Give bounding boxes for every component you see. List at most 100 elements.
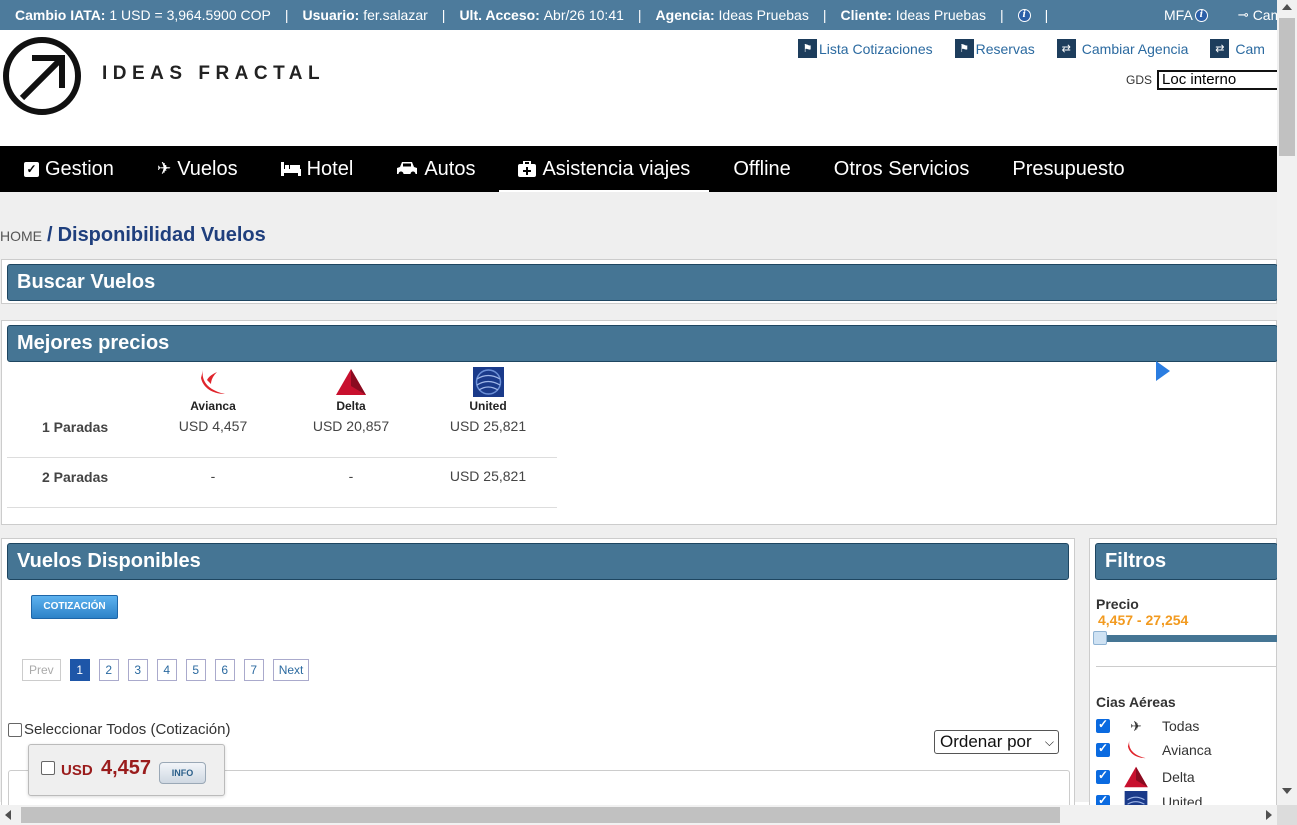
cambiar-agencia-link[interactable]: ⇄ Cambiar Agencia bbox=[1056, 39, 1189, 58]
mejores-precios-panel: Mejores precios Avianca Delta United 1 P… bbox=[1, 320, 1278, 525]
logo-text[interactable]: IDEAS FRACTAL bbox=[102, 63, 325, 85]
plane-icon: ✈ bbox=[1130, 717, 1142, 734]
pager-next[interactable]: Next bbox=[272, 659, 310, 681]
price-cell: - bbox=[210, 468, 216, 484]
breadcrumb-home[interactable]: HOME bbox=[0, 228, 42, 244]
cliente-value: Ideas Pruebas bbox=[895, 7, 987, 23]
airline-filter-todas: ✈ Todas bbox=[1096, 715, 1199, 737]
nav-asistencia[interactable]: Asistencia viajes bbox=[499, 146, 710, 192]
cias-label: Cias Aéreas bbox=[1096, 694, 1176, 710]
slider-handle[interactable] bbox=[1093, 631, 1107, 645]
car-icon bbox=[397, 162, 418, 177]
pager-prev[interactable]: Prev bbox=[22, 659, 61, 681]
price-cell[interactable]: USD 20,857 bbox=[291, 418, 411, 434]
header: IDEAS FRACTAL ⚑ Lista Cotizaciones ⚑ Res… bbox=[0, 30, 1283, 146]
price-cell[interactable]: USD 4,457 bbox=[153, 418, 273, 434]
cambiar-agencia-label: Cambiar Agencia bbox=[1081, 40, 1189, 57]
price-cell[interactable]: USD 25,821 bbox=[428, 468, 548, 484]
pager-page[interactable]: 5 bbox=[185, 659, 206, 681]
price-currency: USD bbox=[61, 762, 93, 779]
pager-page[interactable]: 6 bbox=[214, 659, 235, 681]
filtros-panel: Filtros Precio 4,457 - 27,254 Cias Aérea… bbox=[1089, 538, 1281, 813]
top-info-bar: Cambio IATA: 1 USD = 3,964.5900 COP | Us… bbox=[0, 0, 1277, 30]
acceso-label: Ult. Acceso: bbox=[459, 7, 540, 23]
scroll-thumb[interactable] bbox=[21, 807, 1060, 823]
carousel-next-icon[interactable] bbox=[1156, 361, 1170, 381]
mfa-info-icon[interactable]: i bbox=[1194, 8, 1208, 22]
precio-range: 4,457 - 27,254 bbox=[1098, 612, 1189, 628]
info-icon[interactable]: i bbox=[1017, 8, 1031, 22]
swap-icon: ⇄ bbox=[1056, 39, 1076, 58]
pager-page[interactable]: 7 bbox=[243, 659, 264, 681]
separator: | bbox=[822, 7, 827, 23]
horizontal-scrollbar[interactable] bbox=[0, 805, 1277, 825]
scroll-right-icon[interactable] bbox=[1266, 810, 1272, 820]
price-cell: - bbox=[348, 468, 354, 484]
select-all-checkbox[interactable] bbox=[8, 722, 22, 737]
buscar-header[interactable]: Buscar Vuelos bbox=[7, 264, 1278, 301]
row-label: 2 Paradas bbox=[42, 469, 109, 485]
nav-label: Presupuesto bbox=[1012, 157, 1125, 180]
bed-icon bbox=[280, 162, 301, 176]
airline-filter-checkbox[interactable] bbox=[1096, 717, 1110, 733]
cambio-value: 1 USD = 3,964.5900 COP bbox=[109, 7, 271, 23]
airline-filter-checkbox[interactable] bbox=[1096, 768, 1110, 784]
breadcrumb-separator: / bbox=[47, 224, 53, 246]
buscar-panel: Buscar Vuelos bbox=[1, 259, 1278, 304]
flight-select-checkbox[interactable] bbox=[41, 761, 55, 775]
pager-page[interactable]: 3 bbox=[127, 659, 148, 681]
cotizacion-button[interactable]: COTIZACIÓN bbox=[31, 595, 118, 619]
order-by-select[interactable]: Ordenar por ⌵ bbox=[934, 730, 1059, 754]
scroll-thumb[interactable] bbox=[1279, 18, 1295, 156]
info-button[interactable]: INFO bbox=[159, 762, 206, 784]
lista-cotizaciones-link[interactable]: ⚑ Lista Cotizaciones bbox=[798, 39, 933, 58]
nav-offline[interactable]: Offline bbox=[733, 146, 790, 192]
airline-name: Avianca bbox=[190, 399, 236, 413]
select-all-label: Seleccionar Todos (Cotización) bbox=[24, 721, 231, 738]
agencia-label: Agencia: bbox=[655, 7, 715, 23]
nav-presupuesto[interactable]: Presupuesto bbox=[1012, 146, 1124, 192]
scroll-up-icon[interactable] bbox=[1282, 4, 1292, 10]
gds-selector: GDS Loc interno bbox=[1126, 70, 1283, 90]
cambiar-link[interactable]: ⇄ Cam bbox=[1210, 39, 1265, 58]
gds-select[interactable]: Loc interno bbox=[1157, 70, 1283, 90]
mfa-label[interactable]: MFA bbox=[1164, 7, 1193, 23]
airline-name: Delta bbox=[336, 399, 366, 413]
airline-filter-label: Avianca bbox=[1162, 742, 1212, 758]
nav-otros-servicios[interactable]: Otros Servicios bbox=[834, 146, 970, 192]
price-slider[interactable] bbox=[1093, 631, 1279, 645]
usuario-value: fer.salazar bbox=[363, 7, 428, 23]
price-cell[interactable]: USD 25,821 bbox=[428, 418, 548, 434]
filtros-header: Filtros bbox=[1095, 543, 1278, 580]
reservas-link[interactable]: ⚑ Reservas bbox=[954, 39, 1035, 58]
separator: | bbox=[441, 7, 446, 23]
airline-filter-label: Delta bbox=[1162, 769, 1195, 785]
cambiar-clave-link[interactable]: Cam bbox=[1253, 7, 1277, 23]
nav-label: Offline bbox=[733, 157, 791, 180]
divider bbox=[1096, 666, 1281, 667]
delta-logo-icon bbox=[1124, 766, 1148, 788]
main-content: HOME / Disponibilidad Vuelos Buscar Vuel… bbox=[0, 192, 1281, 813]
precio-label: Precio bbox=[1096, 596, 1139, 612]
vertical-scrollbar[interactable] bbox=[1277, 0, 1297, 805]
scroll-left-icon[interactable] bbox=[5, 810, 11, 820]
nav-label: Hotel bbox=[306, 157, 354, 180]
avianca-logo-icon bbox=[1127, 740, 1146, 759]
separator: | bbox=[1044, 7, 1049, 23]
separator: | bbox=[637, 7, 642, 23]
nav-gestion[interactable]: ✓ Gestion bbox=[24, 146, 114, 192]
airline-filter-checkbox[interactable] bbox=[1096, 741, 1110, 757]
logo-icon[interactable] bbox=[2, 36, 82, 116]
nav-label: Asistencia viajes bbox=[542, 157, 691, 180]
scroll-down-icon[interactable] bbox=[1282, 788, 1292, 794]
usuario-label: Usuario: bbox=[302, 7, 360, 23]
nav-autos[interactable]: Autos bbox=[396, 146, 475, 192]
key-icon: ⊸ bbox=[1237, 7, 1249, 22]
pager-page[interactable]: 4 bbox=[156, 659, 177, 681]
pager-page[interactable]: 1 bbox=[69, 659, 90, 681]
pager-page[interactable]: 2 bbox=[98, 659, 119, 681]
header-links: ⚑ Lista Cotizaciones ⚑ Reservas ⇄ Cambia… bbox=[798, 39, 1287, 58]
united-logo-icon bbox=[473, 367, 504, 397]
nav-hotel[interactable]: Hotel bbox=[280, 146, 354, 192]
nav-vuelos[interactable]: ✈ Vuelos bbox=[157, 146, 238, 192]
